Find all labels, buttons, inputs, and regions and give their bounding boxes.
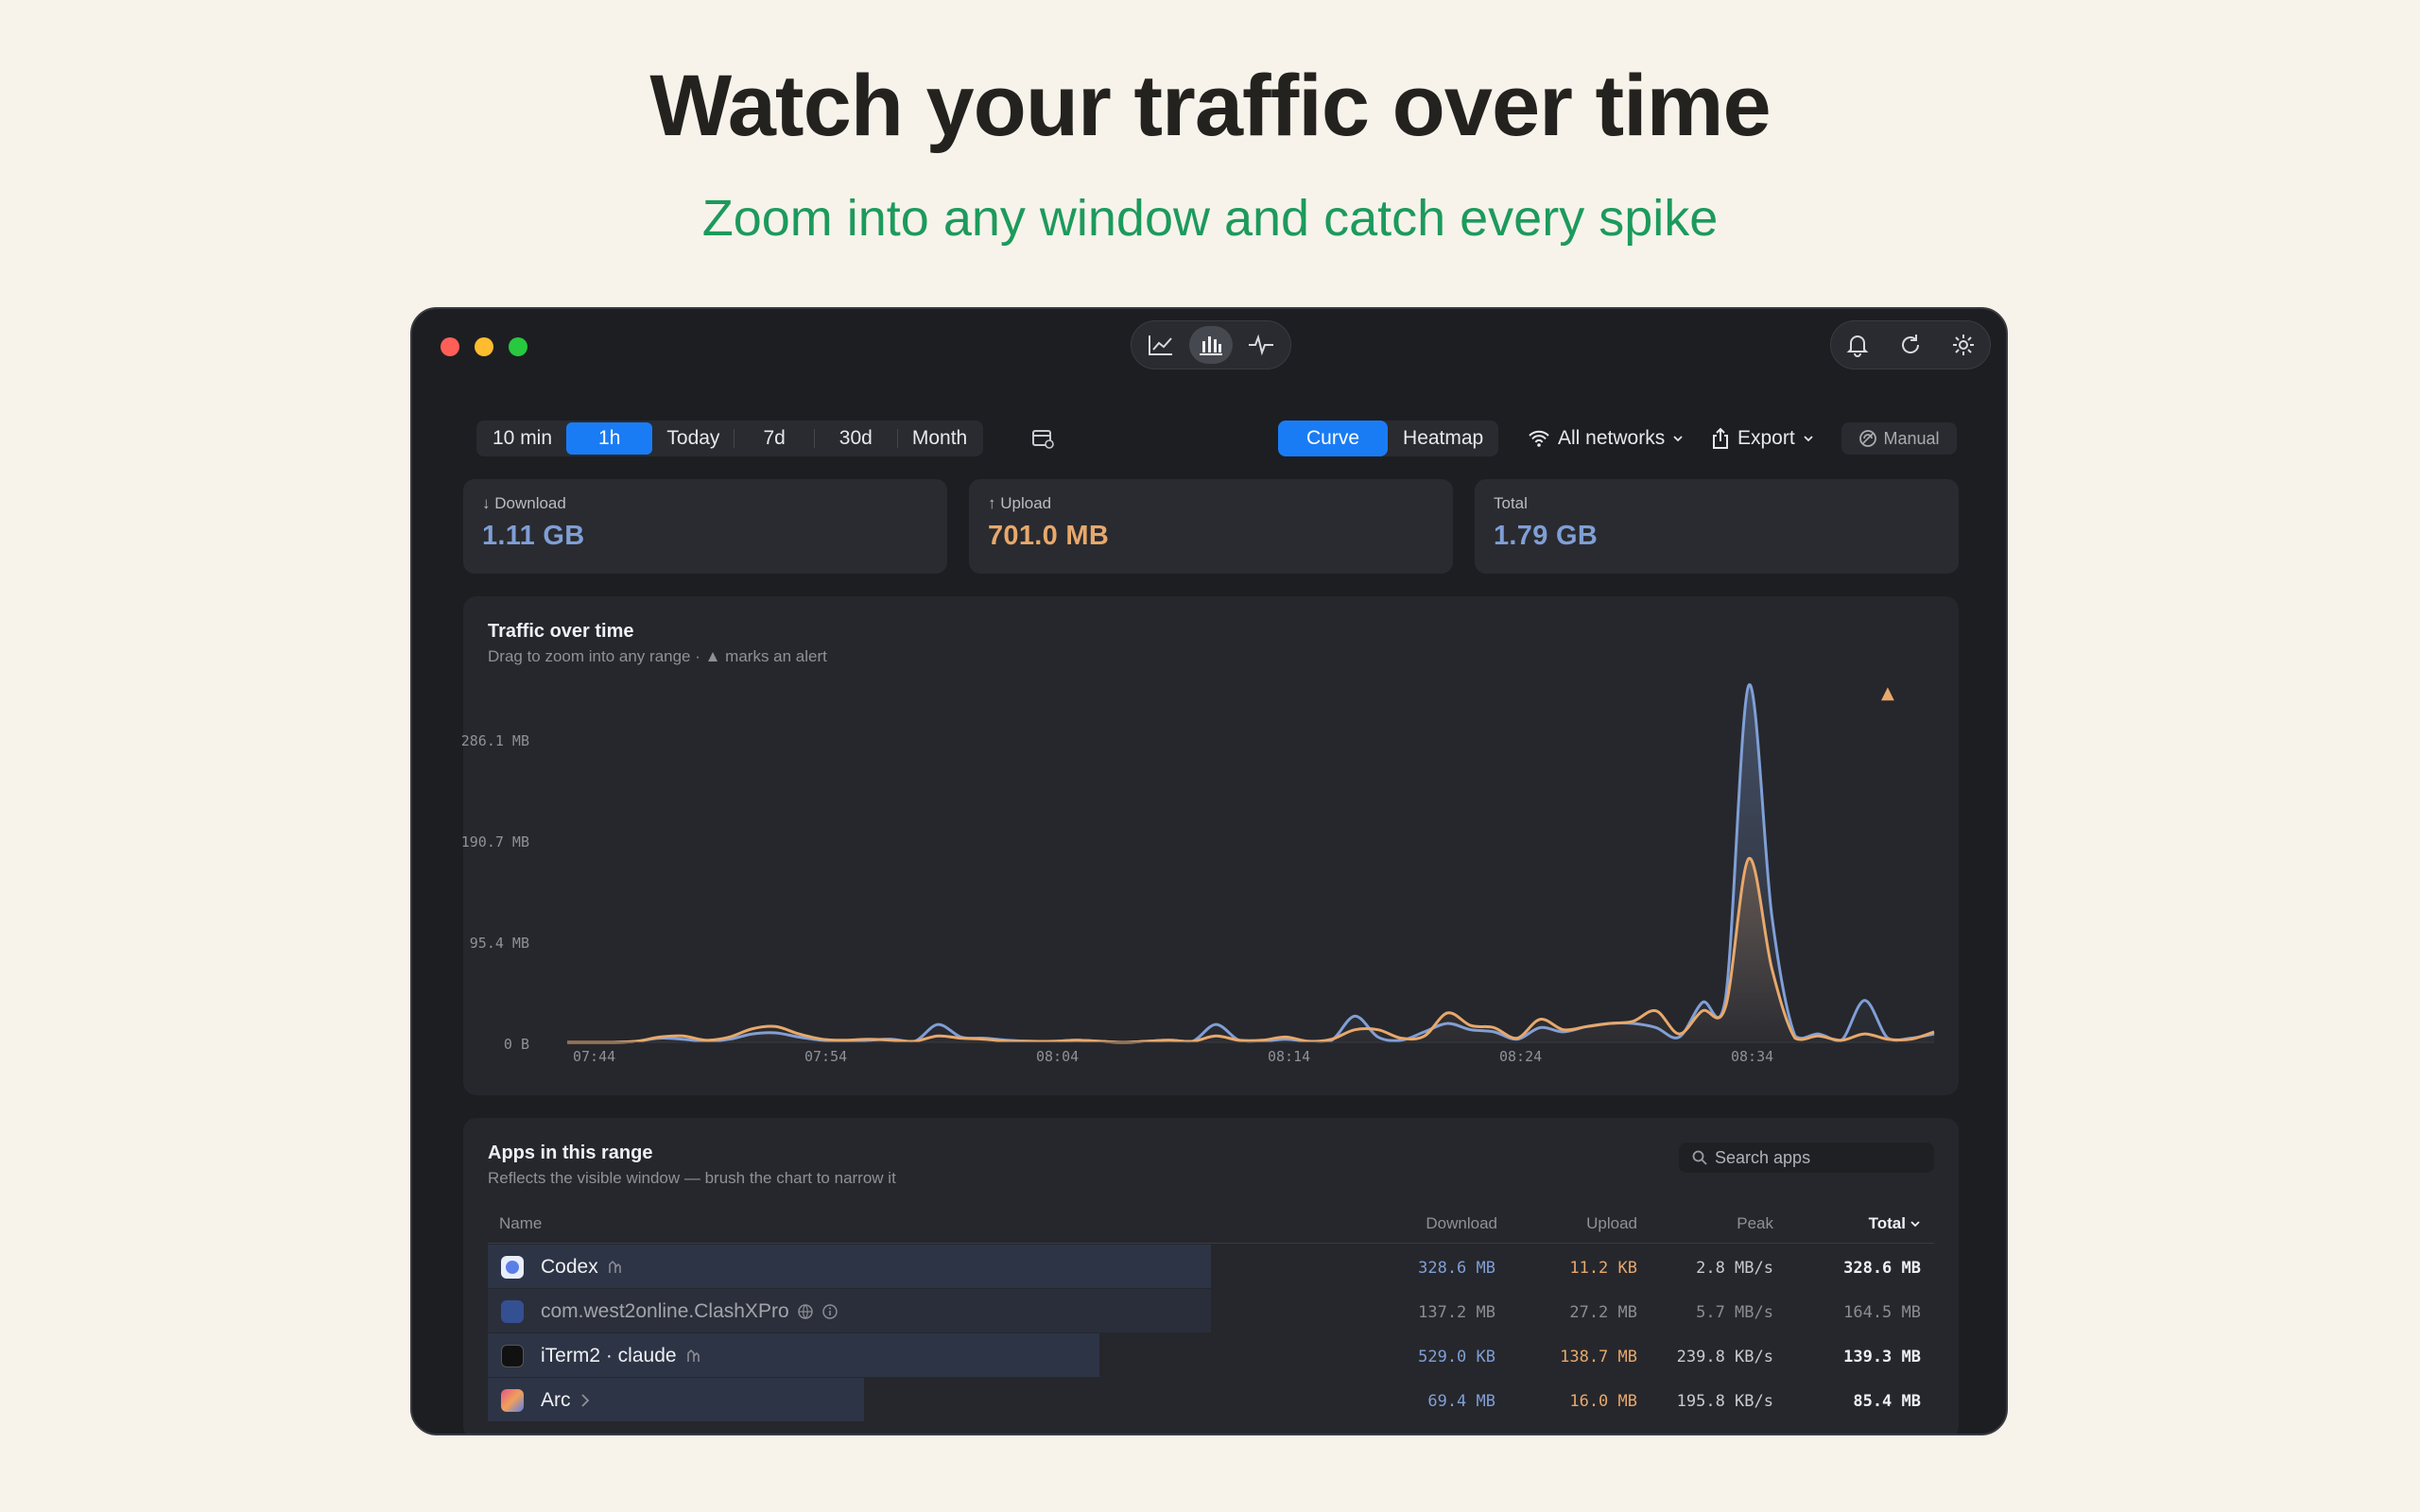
apps-panel: Apps in this range Reflects the visible … <box>463 1118 1959 1434</box>
bar-chart-icon[interactable] <box>1188 326 1233 364</box>
pulse-icon[interactable] <box>1239 326 1283 364</box>
download-stat-label: ↓ Download <box>482 494 566 512</box>
app-icon-iterm2 <box>501 1345 524 1367</box>
cell-total: 139.3 MB <box>1843 1348 1921 1366</box>
traffic-chart-panel: Traffic over time Drag to zoom into any … <box>461 596 1959 1095</box>
app-name: com.west2online.ClashXPro <box>541 1300 789 1322</box>
column-download[interactable]: Download <box>1426 1214 1497 1233</box>
apps-subtitle: Reflects the visible window — brush the … <box>488 1169 896 1187</box>
column-peak[interactable]: Peak <box>1737 1214 1773 1233</box>
bell-icon[interactable] <box>1839 326 1876 364</box>
globe-icon <box>797 1304 813 1319</box>
chevron-down-icon <box>1673 436 1683 442</box>
download-stat-value: 1.11 GB <box>482 521 585 551</box>
traffic-chart[interactable]: ▲ <box>463 596 1959 1095</box>
minimize-window-button[interactable] <box>475 337 493 356</box>
range-1h[interactable]: 1h <box>566 422 653 455</box>
manual-refresh-toggle[interactable]: Manual <box>1841 422 1957 455</box>
gear-icon[interactable] <box>1945 326 1982 364</box>
chevron-right-icon[interactable] <box>579 1393 592 1408</box>
table-row[interactable]: Arc 69.4 MB 16.0 MB 195.8 KB/s 85.4 MB <box>488 1378 1934 1421</box>
chevron-down-icon <box>1804 436 1813 442</box>
mode-curve[interactable]: Curve <box>1278 421 1389 456</box>
cell-upload: 16.0 MB <box>1569 1392 1637 1411</box>
network-filter-label: All networks <box>1558 427 1666 449</box>
app-name: iTerm2 · claude <box>541 1345 677 1366</box>
search-placeholder: Search apps <box>1715 1147 1811 1167</box>
app-window: 10 min 1h Today 7d 30d Month Curve Heatm… <box>410 307 2008 1435</box>
wifi-icon <box>1529 430 1549 447</box>
zoom-window-button[interactable] <box>509 337 527 356</box>
app-icon-clashxpro <box>501 1300 524 1323</box>
network-filter-dropdown[interactable]: All networks <box>1528 421 1684 456</box>
app-name: Codex <box>541 1256 598 1278</box>
cell-total: 328.6 MB <box>1843 1259 1921 1278</box>
upload-stat-label: ↑ Upload <box>988 494 1052 512</box>
cell-upload: 138.7 MB <box>1560 1348 1637 1366</box>
time-range-selector: 10 min 1h Today 7d 30d Month <box>476 421 984 456</box>
upload-stat-value: 701.0 MB <box>988 521 1110 551</box>
display-mode-toggle: Curve Heatmap <box>1278 421 1499 456</box>
cell-download: 137.2 MB <box>1418 1303 1495 1322</box>
range-10min[interactable]: 10 min <box>478 422 566 455</box>
refresh-icon[interactable] <box>1892 326 1929 364</box>
hero-subtitle: Zoom into any window and catch every spi… <box>701 190 1719 247</box>
share-icon <box>1713 427 1728 449</box>
range-month[interactable]: Month <box>898 422 981 455</box>
hero-title: Watch your traffic over time <box>649 58 1771 154</box>
cell-total: 164.5 MB <box>1843 1303 1921 1322</box>
toolbar-actions <box>1830 320 1991 369</box>
range-7d[interactable]: 7d <box>735 422 813 455</box>
column-upload[interactable]: Upload <box>1586 1214 1637 1233</box>
manual-mode-icon <box>1859 430 1877 447</box>
app-name: Arc <box>541 1389 571 1411</box>
search-input[interactable]: Search apps <box>1679 1143 1934 1173</box>
mode-heatmap[interactable]: Heatmap <box>1388 421 1498 456</box>
total-stat-label: Total <box>1494 494 1528 512</box>
alert-marker[interactable]: ▲ <box>1881 683 1894 703</box>
cell-peak: 2.8 MB/s <box>1696 1259 1773 1278</box>
view-switcher <box>1131 320 1291 369</box>
cell-peak: 195.8 KB/s <box>1676 1392 1773 1411</box>
row-name: Arc <box>541 1389 592 1412</box>
export-dropdown[interactable]: Export <box>1711 421 1814 456</box>
range-today[interactable]: Today <box>652 422 734 455</box>
app-icon-arc <box>501 1389 524 1412</box>
column-total[interactable]: Total <box>1869 1214 1921 1233</box>
total-stat-card: Total 1.79 GB <box>1475 479 1959 574</box>
cell-peak: 5.7 MB/s <box>1696 1303 1773 1322</box>
group-icon <box>686 1349 700 1362</box>
column-name[interactable]: Name <box>499 1214 542 1233</box>
group-icon <box>608 1260 621 1273</box>
download-stat-card: ↓ Download 1.11 GB <box>463 479 947 574</box>
info-icon[interactable] <box>821 1303 838 1320</box>
cell-upload: 11.2 KB <box>1569 1259 1637 1278</box>
cell-download: 69.4 MB <box>1427 1392 1495 1411</box>
range-30d[interactable]: 30d <box>815 422 897 455</box>
cell-upload: 27.2 MB <box>1569 1303 1637 1322</box>
chevron-down-icon <box>1910 1221 1920 1228</box>
cell-total: 85.4 MB <box>1853 1392 1921 1411</box>
total-stat-value: 1.79 GB <box>1494 521 1599 551</box>
calendar-icon[interactable] <box>1030 426 1055 455</box>
search-icon <box>1692 1150 1707 1165</box>
row-name: iTerm2 · claude <box>541 1345 701 1367</box>
line-chart-icon[interactable] <box>1139 326 1183 364</box>
table-row[interactable]: iTerm2 · claude 529.0 KB 138.7 MB 239.8 … <box>488 1333 1934 1377</box>
row-name: Codex <box>541 1256 623 1279</box>
table-row[interactable]: Codex 328.6 MB 11.2 KB 2.8 MB/s 328.6 MB <box>488 1245 1934 1288</box>
row-name: com.west2online.ClashXPro <box>541 1300 838 1323</box>
cell-peak: 239.8 KB/s <box>1676 1348 1773 1366</box>
upload-stat-card: ↑ Upload 701.0 MB <box>969 479 1453 574</box>
table-row[interactable]: com.west2online.ClashXPro 137.2 MB 27.2 … <box>488 1289 1934 1332</box>
app-icon-codex <box>501 1256 524 1279</box>
close-window-button[interactable] <box>441 337 459 356</box>
cell-download: 529.0 KB <box>1418 1348 1495 1366</box>
manual-label: Manual <box>1883 428 1940 448</box>
cell-download: 328.6 MB <box>1418 1259 1495 1278</box>
apps-title: Apps in this range <box>488 1143 653 1163</box>
divider <box>488 1243 1934 1244</box>
export-label: Export <box>1737 427 1795 449</box>
